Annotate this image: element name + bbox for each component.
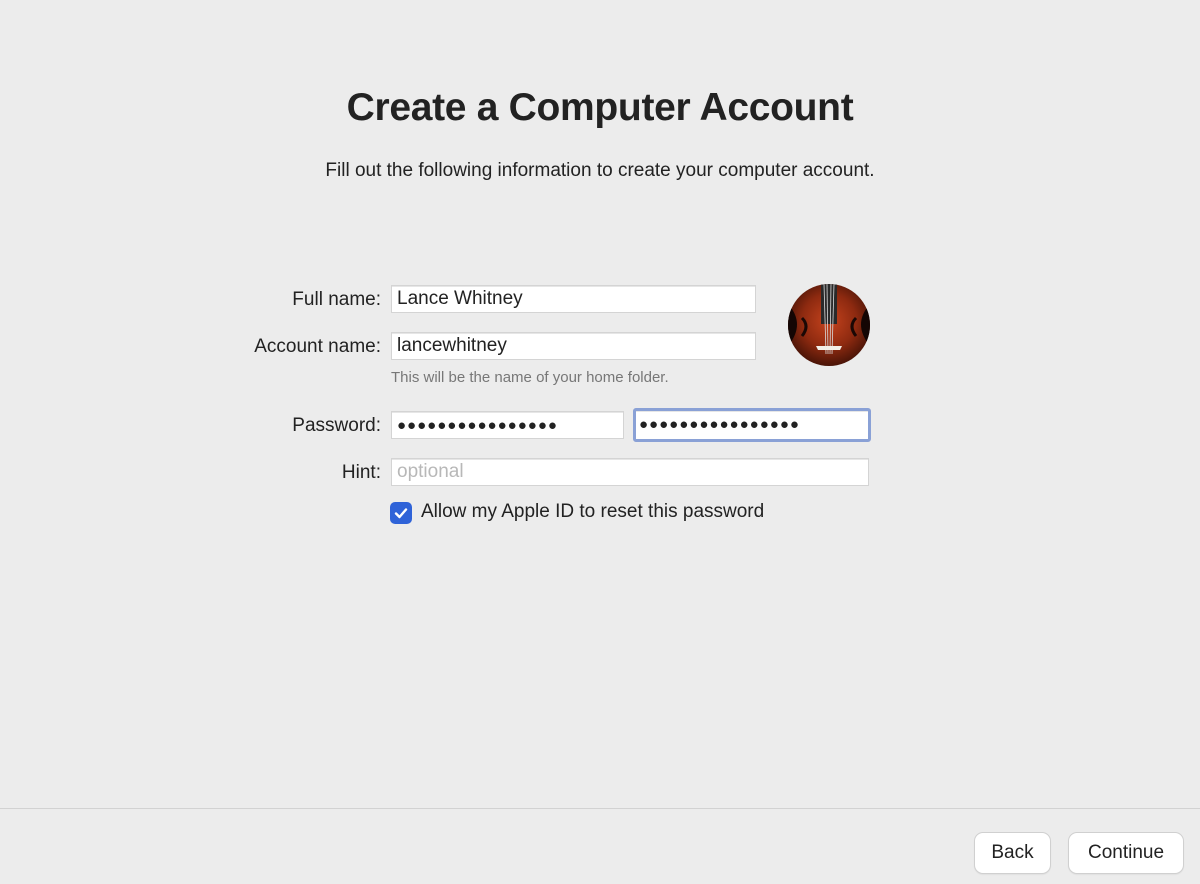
hint-field[interactable]: optional: [391, 458, 869, 486]
full-name-field[interactable]: Lance Whitney: [391, 285, 756, 313]
back-button[interactable]: Back: [974, 832, 1051, 874]
avatar[interactable]: [788, 284, 870, 366]
checkmark-icon: [394, 508, 408, 519]
password-field[interactable]: ●●●●●●●●●●●●●●●●: [391, 411, 624, 439]
apple-id-reset-label[interactable]: Allow my Apple ID to reset this password: [421, 501, 764, 523]
apple-id-reset-checkbox[interactable]: [390, 502, 412, 524]
account-name-label: Account name:: [254, 336, 381, 357]
full-name-label: Full name:: [292, 289, 381, 310]
password-label: Password:: [292, 415, 381, 436]
account-name-field[interactable]: lancewhitney: [391, 332, 756, 360]
page-title: Create a Computer Account: [346, 86, 854, 129]
hint-label: Hint:: [341, 462, 381, 483]
page-subtitle: Fill out the following information to cr…: [325, 160, 875, 181]
account-name-help: This will be the name of your home folde…: [391, 369, 669, 386]
continue-button[interactable]: Continue: [1068, 832, 1184, 874]
password-verify-field[interactable]: ●●●●●●●●●●●●●●●●: [633, 408, 871, 442]
violin-avatar-icon: [788, 284, 870, 366]
footer-divider: [0, 808, 1200, 809]
